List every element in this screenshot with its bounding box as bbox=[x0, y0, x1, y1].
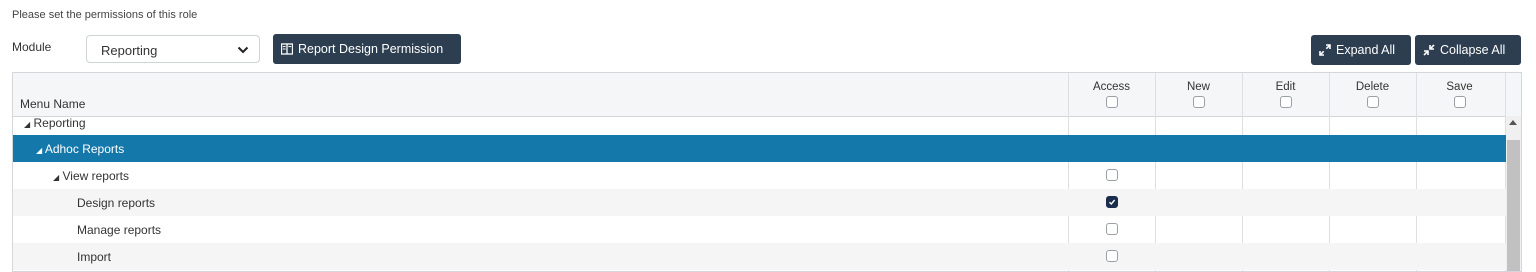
tree-row-design-reports[interactable]: Design reports bbox=[13, 189, 1506, 216]
module-select-value: Reporting bbox=[101, 43, 158, 58]
collapse-all-label: Collapse All bbox=[1440, 43, 1506, 57]
tree-row-text: Adhoc Reports bbox=[44, 142, 125, 156]
report-design-permission-button[interactable]: Report Design Permission bbox=[273, 34, 461, 64]
expanded-triangle-icon[interactable]: ◢ bbox=[53, 173, 59, 182]
column-header-label: New bbox=[1186, 81, 1210, 93]
vertical-scrollbar[interactable] bbox=[1506, 116, 1521, 271]
column-header-label: Delete bbox=[1355, 81, 1390, 93]
tree-row-view-reports[interactable]: ◢ View reports bbox=[13, 162, 1506, 189]
chevron-down-icon bbox=[237, 46, 249, 54]
tree-row-import[interactable]: Import bbox=[13, 243, 1506, 270]
expanded-triangle-icon[interactable]: ◢ bbox=[24, 120, 30, 129]
module-select[interactable]: Reporting bbox=[86, 35, 260, 63]
select-all-delete-checkbox[interactable] bbox=[1366, 96, 1379, 108]
tree-row-manage-reports[interactable]: Manage reports bbox=[13, 216, 1506, 243]
column-header-label: Save bbox=[1446, 81, 1473, 93]
tree-row-label: Manage reports bbox=[77, 223, 162, 237]
tree-row-adhoc-reports[interactable]: ◢ Adhoc Reports bbox=[13, 135, 1506, 162]
tree-row-label: ◢ Reporting bbox=[24, 116, 86, 130]
select-all-edit-checkbox[interactable] bbox=[1279, 96, 1292, 108]
tree-row-text: View reports bbox=[62, 169, 129, 183]
column-header-label: Access bbox=[1092, 81, 1131, 93]
access-checkbox-checked[interactable] bbox=[1105, 196, 1118, 208]
intro-text: Please set the permissions of this role bbox=[12, 9, 198, 21]
report-design-permission-label: Report Design Permission bbox=[298, 42, 444, 56]
tree-row-label: ◢ Adhoc Reports bbox=[36, 142, 124, 156]
tree-row-label: Import bbox=[77, 250, 112, 264]
expand-all-label: Expand All bbox=[1336, 43, 1396, 57]
tree-row-label: ◢ View reports bbox=[53, 169, 129, 183]
tree-row-reporting[interactable]: ◢ Reporting bbox=[13, 108, 1506, 135]
module-label: Module bbox=[12, 40, 52, 54]
scrollbar-thumb[interactable] bbox=[1507, 140, 1520, 271]
select-all-access-checkbox[interactable] bbox=[1105, 96, 1118, 108]
select-all-save-checkbox[interactable] bbox=[1453, 96, 1466, 108]
checkmark-icon bbox=[1107, 198, 1116, 206]
report-book-icon bbox=[281, 43, 293, 55]
collapse-all-button[interactable]: Collapse All bbox=[1415, 35, 1521, 65]
tree-row-text: Reporting bbox=[33, 116, 86, 130]
access-checkbox[interactable] bbox=[1105, 223, 1118, 235]
column-header-label: Edit bbox=[1275, 81, 1296, 93]
access-checkbox[interactable] bbox=[1105, 169, 1118, 181]
access-checkbox[interactable] bbox=[1105, 250, 1118, 262]
scroll-up-arrow-icon[interactable] bbox=[1509, 120, 1517, 125]
expand-arrows-icon bbox=[1319, 44, 1331, 56]
collapse-arrows-icon bbox=[1423, 44, 1435, 56]
expand-all-button[interactable]: Expand All bbox=[1311, 35, 1411, 65]
expanded-triangle-icon[interactable]: ◢ bbox=[36, 146, 42, 155]
tree-row-label: Design reports bbox=[77, 196, 156, 210]
select-all-new-checkbox[interactable] bbox=[1192, 96, 1205, 108]
permissions-grid: Menu Name Access New Edit Delete Save ◢ … bbox=[12, 72, 1522, 272]
